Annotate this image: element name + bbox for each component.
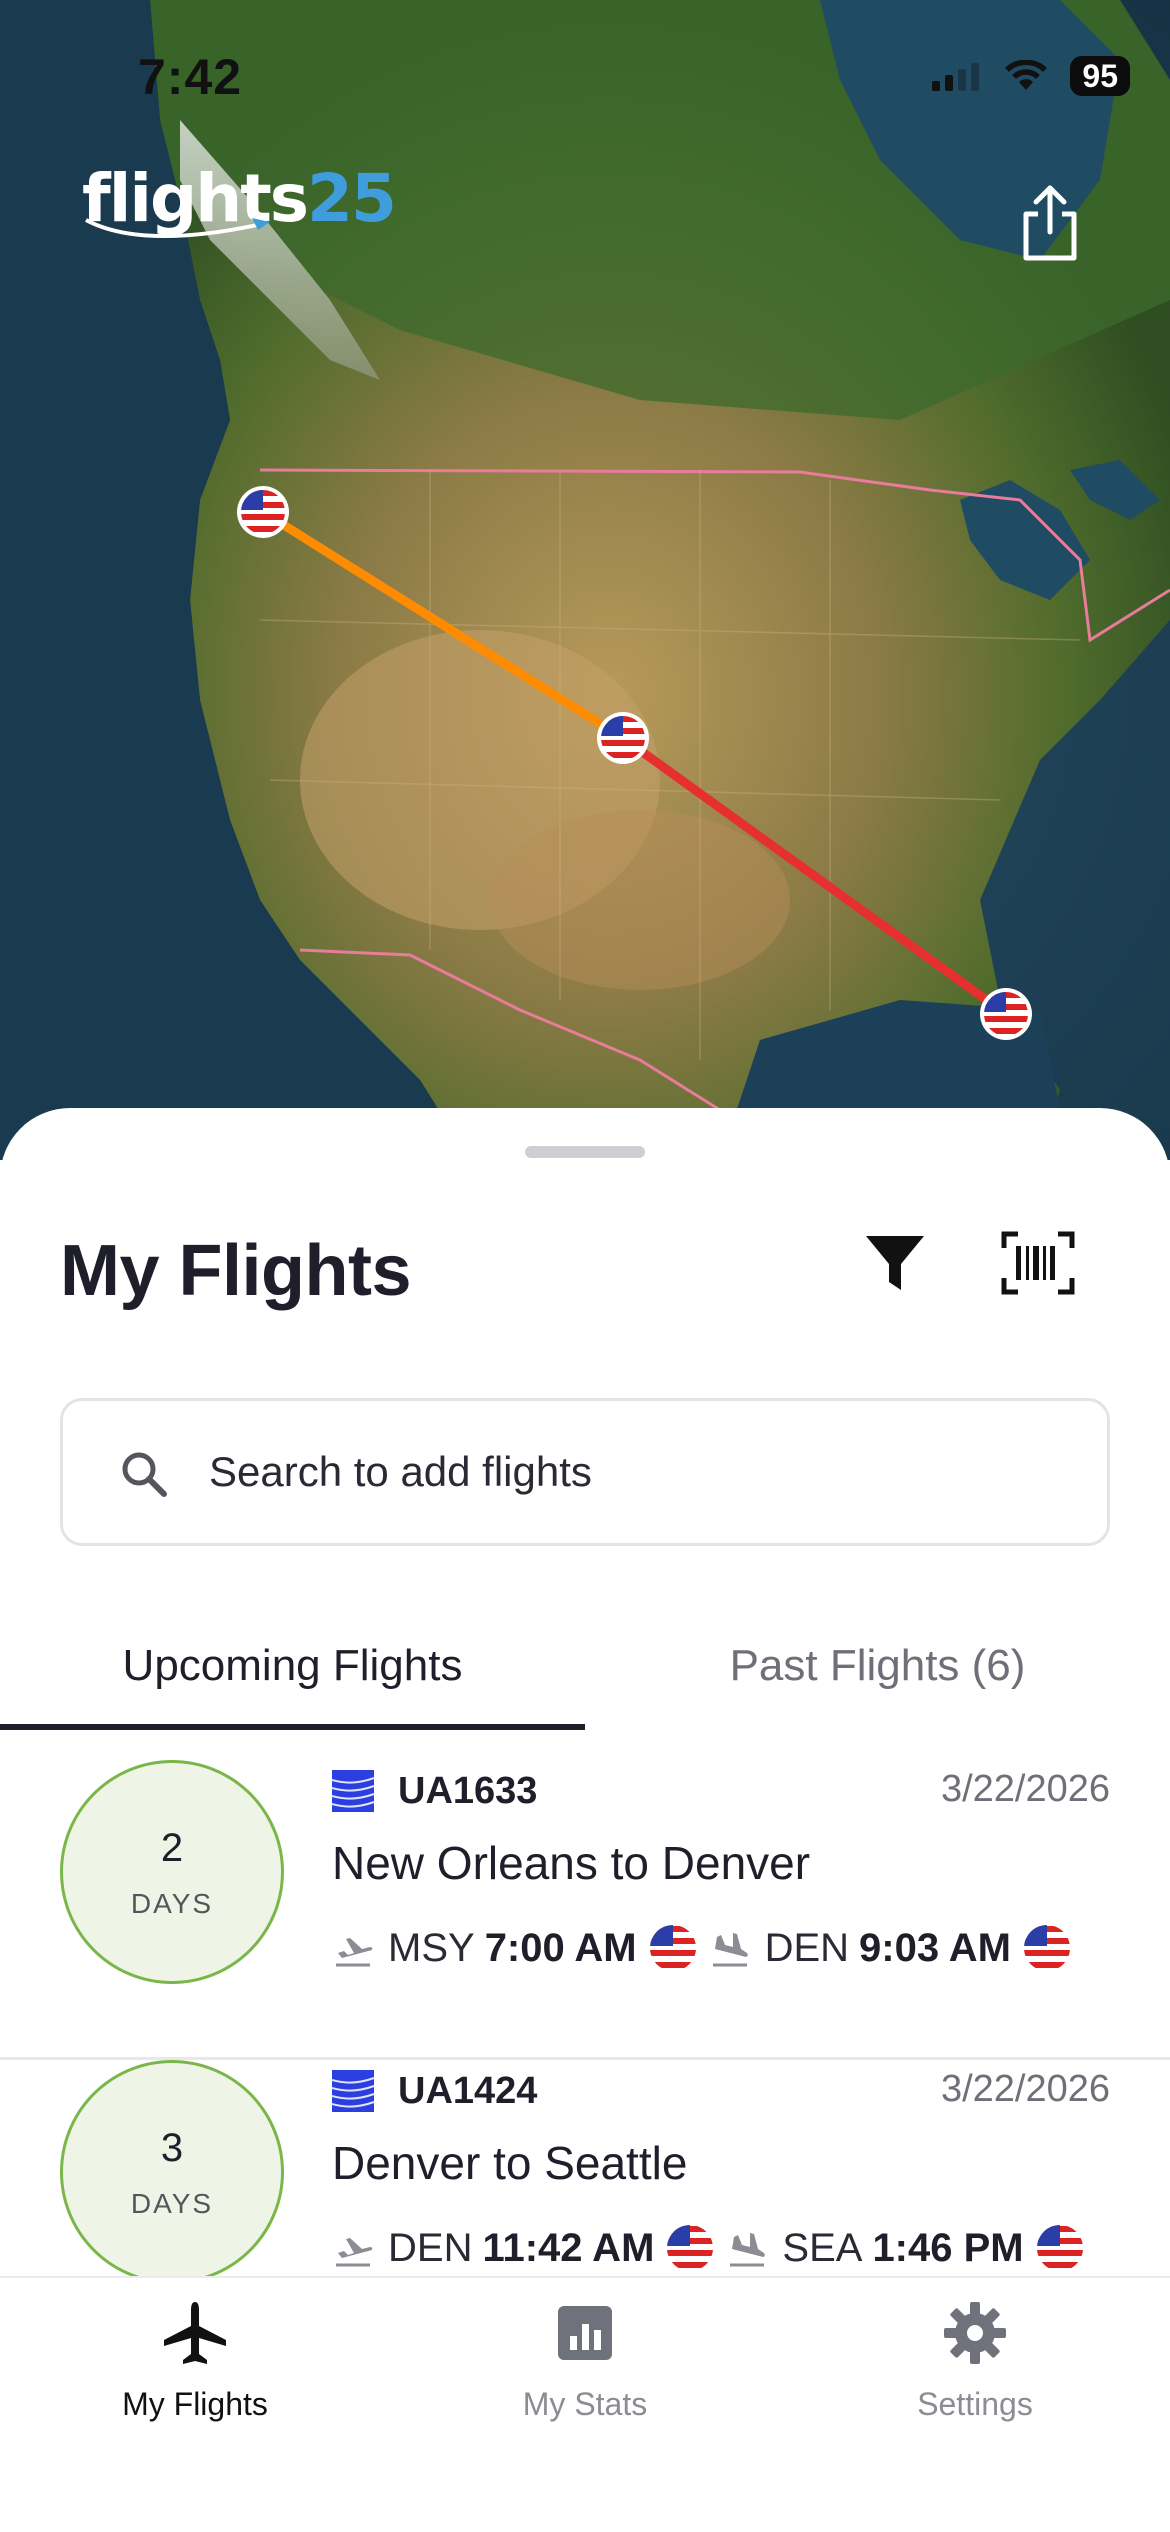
page-title: My Flights	[60, 1231, 412, 1311]
us-flag-icon	[667, 2225, 714, 2271]
takeoff-icon	[336, 1938, 373, 1967]
barcode-scan-icon[interactable]	[1000, 1230, 1076, 1296]
united-airline-logo-icon	[332, 1770, 374, 1812]
flight-date: 3/22/2026	[940, 1768, 1110, 1810]
wifi-icon	[1005, 60, 1048, 90]
flight-date: 3/22/2026	[940, 2068, 1110, 2110]
flight-legs: DEN 11:42 AM SEA 1:46 PM	[332, 2220, 1096, 2276]
airplane-icon	[164, 2302, 226, 2364]
arrival-code: DEN	[764, 1925, 850, 1970]
flight-number: UA1424	[398, 2070, 538, 2112]
landing-icon	[712, 1933, 748, 1967]
flight-number: UA1633	[398, 1770, 538, 1812]
days-label: DAYS	[130, 1888, 214, 1919]
flight-route: New Orleans to Denver	[332, 1837, 811, 1889]
share-icon[interactable]	[1018, 184, 1082, 262]
arrival-time: 1:46 PM	[872, 2225, 1024, 2270]
tab-past-flights[interactable]: Past Flights (6)	[585, 1608, 1170, 1724]
search-input[interactable]	[209, 1401, 1069, 1543]
tab-my-stats[interactable]: My Stats	[390, 2298, 780, 2458]
search-icon	[122, 1452, 167, 1497]
stats-icon	[558, 2306, 612, 2360]
tab-upcoming-flights[interactable]: Upcoming Flights	[0, 1608, 585, 1724]
flag-marker-msy[interactable]	[980, 988, 1032, 1040]
logo-number: 25	[307, 160, 397, 237]
departure-code: MSY	[388, 1925, 475, 1970]
tab-label: My Flights	[122, 2386, 268, 2422]
arrival-time: 9:03 AM	[859, 1925, 1011, 1970]
united-airline-logo-icon	[332, 2070, 374, 2112]
filter-icon[interactable]	[860, 1228, 930, 1298]
days-count: 3	[160, 2126, 184, 2170]
app-logo: flights25	[82, 160, 397, 238]
battery-level: 95	[1070, 56, 1130, 96]
us-flag-icon	[1036, 2225, 1083, 2271]
days-count: 2	[160, 1826, 184, 1870]
flight-route: Denver to Seattle	[332, 2137, 688, 2189]
sheet-drag-handle[interactable]	[525, 1146, 645, 1158]
tab-settings[interactable]: Settings	[780, 2298, 1170, 2458]
days-label: DAYS	[130, 2188, 214, 2219]
tab-label: My Stats	[522, 2386, 648, 2422]
active-tab-indicator	[0, 1724, 585, 1730]
status-time: 7:42	[138, 49, 243, 105]
days-countdown: 3 DAYS	[60, 2060, 284, 2284]
route-map[interactable]: 7:42 95 flights25	[0, 0, 1170, 1160]
tab-my-flights[interactable]: My Flights	[0, 2298, 390, 2458]
us-flag-icon	[1023, 1925, 1070, 1971]
days-countdown: 2 DAYS	[60, 1760, 284, 1984]
flag-marker-den[interactable]	[597, 712, 649, 764]
departure-time: 11:42 AM	[482, 2225, 655, 2270]
us-flag-icon	[649, 1925, 696, 1971]
departure-time: 7:00 AM	[484, 1925, 637, 1970]
arrival-code: SEA	[782, 2225, 863, 2270]
departure-code: DEN	[388, 2225, 473, 2270]
logo-swoosh-icon	[85, 218, 270, 238]
tab-label: Settings	[917, 2386, 1033, 2422]
signal-icon	[932, 63, 980, 91]
status-icons: 95	[932, 56, 1130, 96]
landing-icon	[730, 2233, 766, 2267]
takeoff-icon	[336, 2238, 373, 2267]
status-bar: 7:42 95	[0, 0, 1170, 150]
bottom-tab-bar: My Flights My Stats Settings	[0, 2276, 1170, 2532]
flight-card[interactable]: 2 DAYS UA1633 3/22/2026 New Orleans to D…	[0, 1760, 1170, 2060]
search-box[interactable]	[60, 1398, 1110, 1546]
flight-legs: MSY 7:00 AM DEN 9:03 AM	[332, 1920, 1083, 1976]
gear-icon	[944, 2302, 1006, 2364]
flag-marker-sea[interactable]	[237, 486, 289, 538]
